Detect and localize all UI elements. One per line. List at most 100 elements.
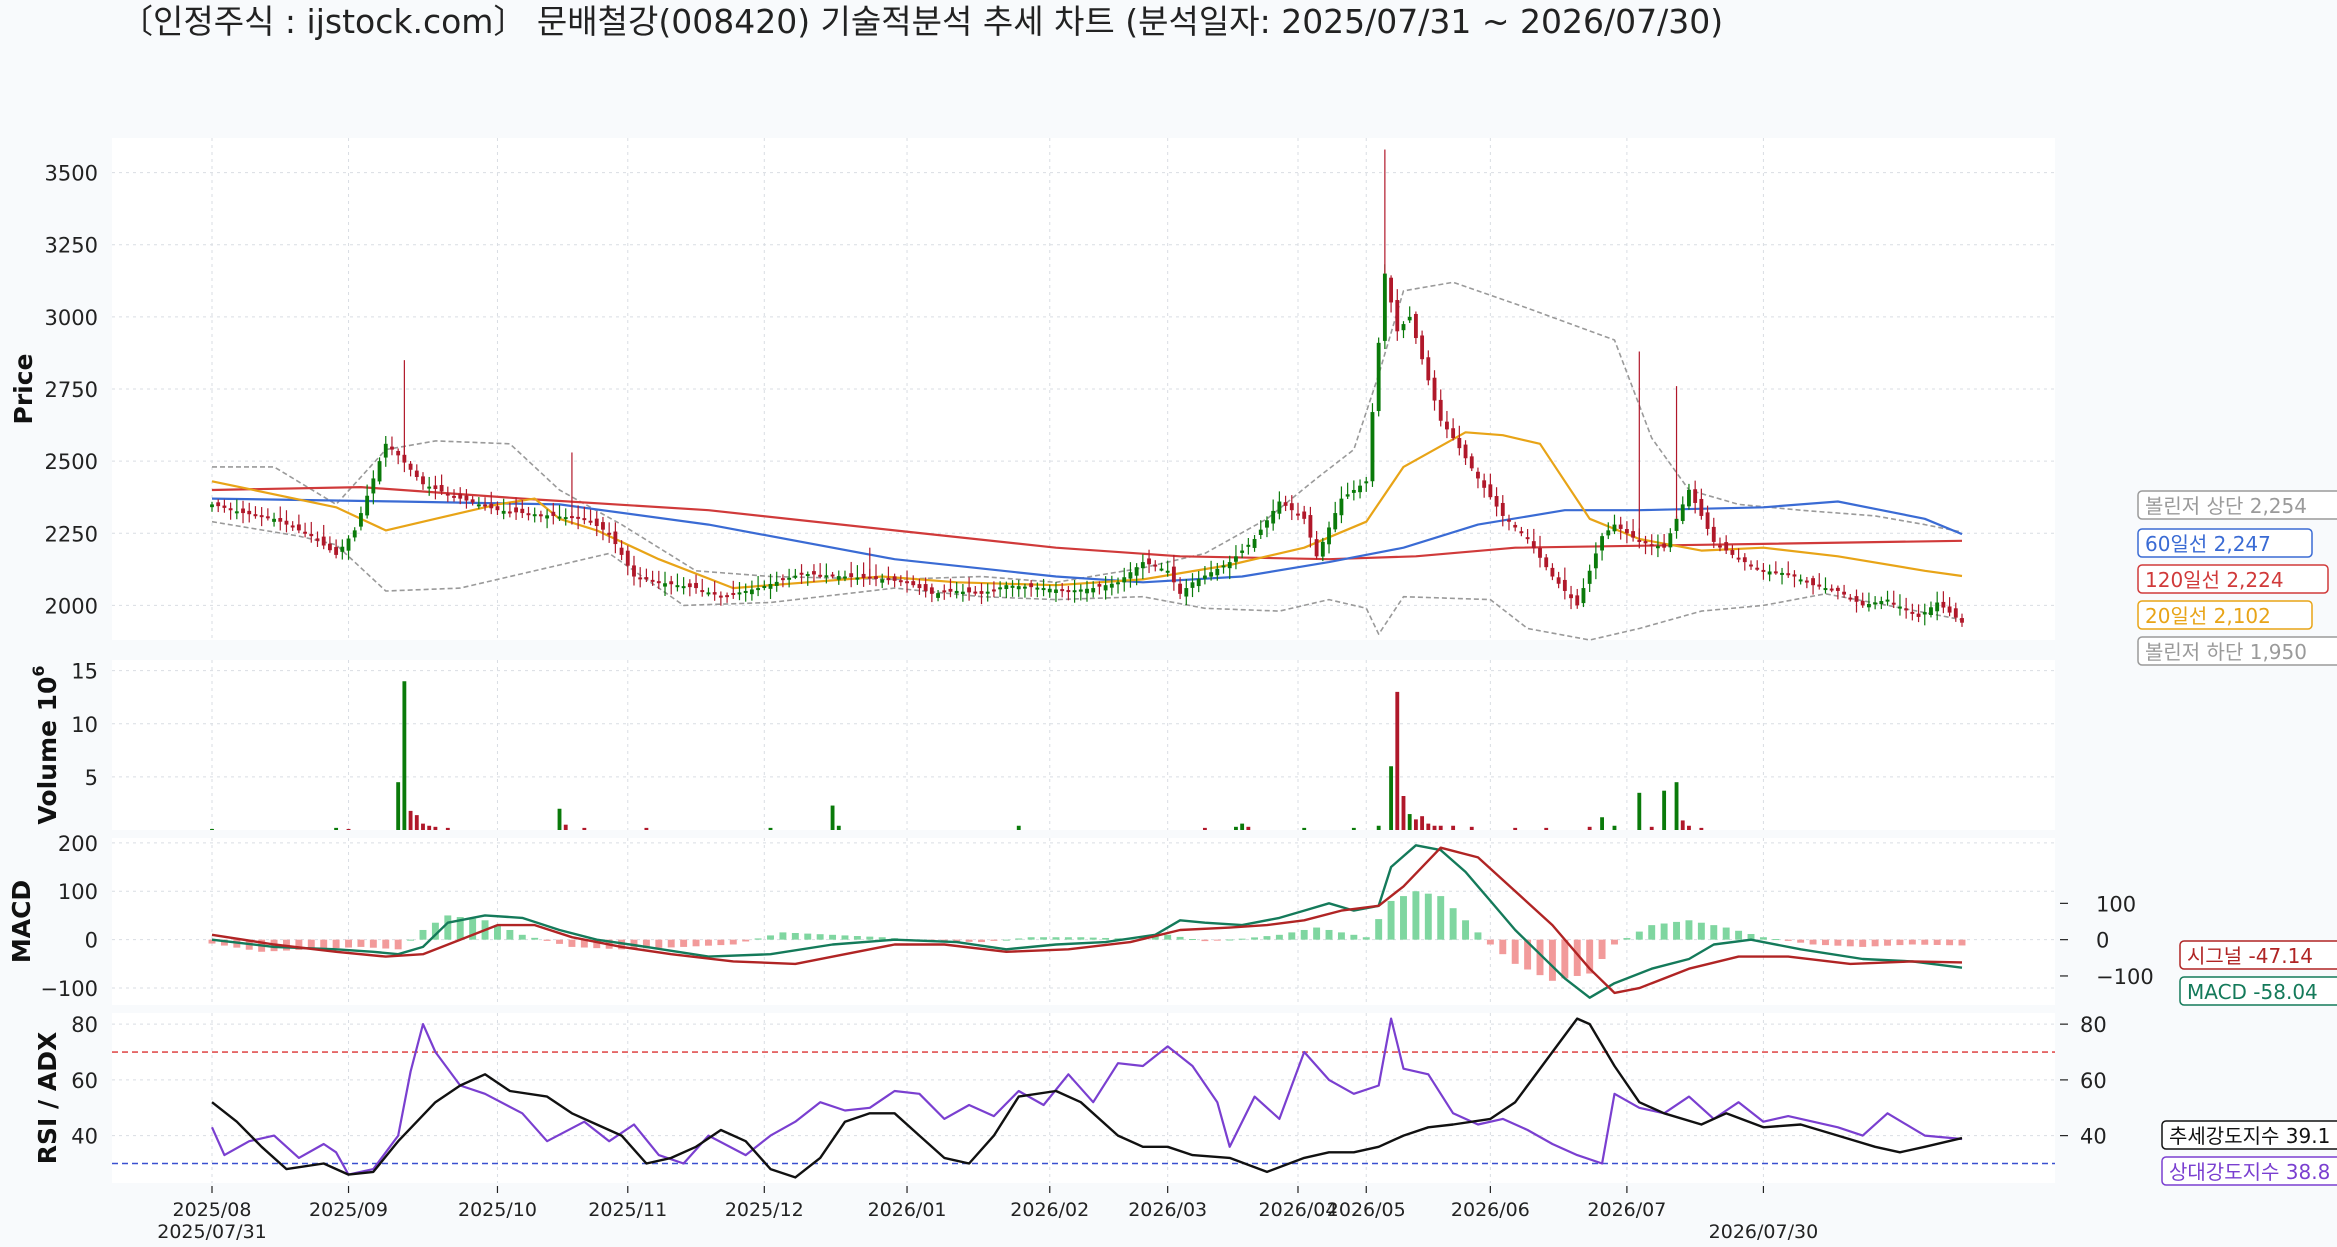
candle-body (321, 536, 326, 546)
macd-ylabel: MACD (7, 880, 36, 963)
candle-body (346, 538, 351, 551)
candle-body (1221, 565, 1226, 568)
candle-body (1469, 456, 1474, 469)
volume-ytick-label: 5 (85, 766, 98, 790)
macd-histogram-bar (791, 932, 799, 940)
macd-histogram-bar (1213, 939, 1221, 941)
candle-body (396, 450, 401, 456)
candle-body (359, 513, 363, 527)
macd-histogram-bar (1921, 939, 1929, 945)
candle-body (948, 588, 953, 592)
macd-histogram-bar (1300, 929, 1308, 940)
candle-body (1463, 444, 1468, 459)
candle-body (1413, 313, 1418, 339)
candle-body (1593, 553, 1598, 569)
candle-body (1401, 324, 1406, 331)
macd-histogram-bar (1697, 922, 1705, 940)
volume-bar (1600, 817, 1604, 830)
candle-body (439, 485, 444, 492)
candle-body (340, 546, 345, 552)
candle-body (1085, 588, 1089, 594)
candle-body (1202, 575, 1207, 579)
macd-histogram-bar (1499, 939, 1507, 955)
price-annotation: 120일선 2,224 (2137, 564, 2329, 594)
price-annotation: 20일선 2,102 (2137, 600, 2313, 630)
candle-body (1494, 496, 1499, 507)
macd-histogram-bar (419, 929, 427, 940)
x-axis-tick-label: 2025/09 (309, 1199, 388, 1221)
candle-body (1029, 583, 1034, 588)
candle-body (1109, 583, 1114, 588)
volume-bar (1674, 782, 1679, 830)
candle-body (234, 511, 239, 514)
volume-bar (1202, 827, 1207, 830)
volume-bar (346, 828, 351, 830)
macd-histogram-bar (1015, 938, 1023, 940)
candle-body (365, 495, 370, 516)
macd-histogram-bar (1884, 939, 1891, 946)
volume-bar (557, 808, 562, 830)
candle-body (799, 572, 804, 575)
x-axis-tick-label: 2026/02 (1010, 1199, 1089, 1221)
candle-body (849, 573, 854, 578)
macd-histogram-bar (1635, 931, 1643, 940)
candle-body (1302, 511, 1307, 519)
volume-bar (582, 827, 587, 830)
macd-histogram-bar (978, 939, 985, 943)
candle-body (1128, 572, 1133, 579)
candle-body (638, 577, 643, 580)
candle-body (216, 502, 221, 507)
volume-bar (1376, 825, 1381, 830)
macd-histogram-bar (531, 937, 539, 940)
candle-body (1556, 577, 1561, 584)
macd-histogram-bar (1288, 932, 1296, 940)
candle-body (1612, 524, 1617, 532)
candle-body (1898, 606, 1902, 609)
macd-histogram-bar (1859, 939, 1867, 947)
volume-bar (1438, 825, 1443, 830)
candle-body (743, 590, 748, 593)
macd-histogram-bar (332, 939, 340, 949)
volume-bar (1680, 820, 1685, 830)
macd-histogram-bar (1648, 925, 1656, 940)
candle-body (774, 581, 779, 586)
volume-ytick-label: 10 (71, 713, 98, 737)
macd-histogram-bar (866, 936, 874, 940)
volume-bar (408, 810, 413, 830)
volume-bar (1649, 826, 1654, 830)
macd-histogram-bar (1325, 929, 1333, 940)
candle-body (824, 575, 829, 578)
volume-bar (1587, 826, 1592, 830)
candle-body (241, 508, 245, 514)
candle-body (1643, 541, 1648, 544)
candle-body (1507, 519, 1511, 522)
candle-body (898, 580, 903, 583)
candle-body (793, 575, 798, 578)
macd-histogram-bar (1350, 934, 1358, 940)
candle-body (1960, 618, 1964, 623)
candle-body (1209, 572, 1214, 577)
price-annotation-text: 20일선 2,102 (2145, 604, 2271, 628)
candle-body (352, 530, 357, 538)
candle-body (1761, 569, 1766, 572)
candle-body (1165, 570, 1170, 573)
macd-histogram-bar (1623, 938, 1631, 940)
candle-body (1234, 556, 1238, 562)
candle-body (644, 577, 649, 580)
candle-body (874, 576, 878, 579)
x-axis-tick-label: 2026/05 (1327, 1199, 1406, 1221)
macd-histogram-bar (1809, 939, 1817, 945)
volume-bar (563, 824, 568, 830)
candle-body (1885, 599, 1890, 602)
macd-histogram-bar (816, 934, 824, 940)
macd-histogram-bar (1275, 934, 1283, 940)
macd-histogram-bar (804, 933, 812, 940)
macd-histogram-bar (729, 939, 737, 945)
macd-histogram-bar (1958, 939, 1966, 946)
candle-body (1277, 501, 1282, 514)
candle-body (1010, 585, 1015, 588)
candle-body (489, 503, 494, 509)
macd-histogram-bar (1511, 939, 1519, 964)
candle-body (433, 485, 438, 490)
x-axis-tick-label: 2026/06 (1451, 1199, 1530, 1221)
